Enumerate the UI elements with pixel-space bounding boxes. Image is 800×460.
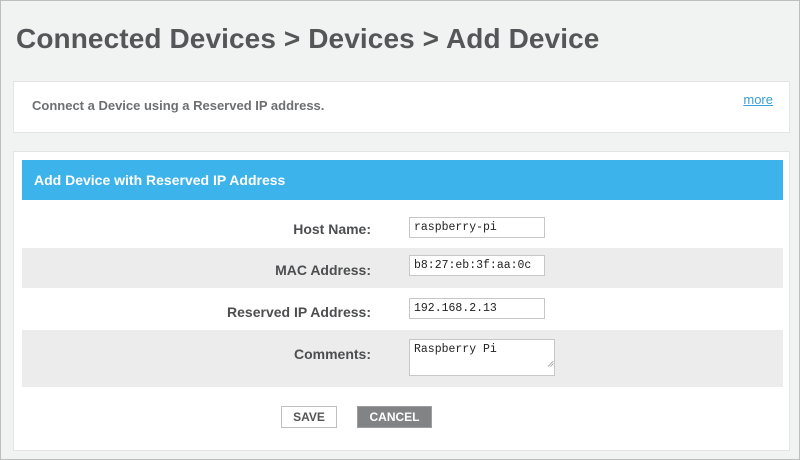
page-frame: Connected Devices > Devices > Add Device… bbox=[0, 0, 800, 460]
cancel-button[interactable]: CANCEL bbox=[357, 406, 432, 428]
page-title: Connected Devices > Devices > Add Device bbox=[16, 23, 600, 54]
comments-label: Comments: bbox=[293, 346, 371, 362]
host-name-label: Host Name: bbox=[293, 221, 371, 237]
info-text: Connect a Device using a Reserved IP add… bbox=[32, 98, 325, 113]
reserved-ip-label: Reserved IP Address: bbox=[227, 304, 371, 320]
more-link[interactable]: more bbox=[743, 92, 773, 107]
mac-address-input[interactable] bbox=[409, 255, 545, 276]
form-header: Add Device with Reserved IP Address bbox=[22, 160, 783, 200]
comments-textarea[interactable]: Raspberry Pi bbox=[409, 339, 555, 376]
info-panel: Connect a Device using a Reserved IP add… bbox=[13, 81, 790, 133]
row-reserved-ip: Reserved IP Address: bbox=[22, 289, 783, 329]
row-mac-address: MAC Address: bbox=[22, 248, 783, 288]
row-comments: Comments: Raspberry Pi bbox=[22, 330, 783, 387]
reserved-ip-input[interactable] bbox=[409, 298, 545, 319]
resize-grip-icon[interactable] bbox=[547, 360, 554, 367]
add-device-form: Add Device with Reserved IP Address Host… bbox=[13, 151, 790, 451]
row-host-name: Host Name: bbox=[22, 208, 783, 246]
save-button[interactable]: SAVE bbox=[281, 406, 337, 428]
form-title: Add Device with Reserved IP Address bbox=[34, 172, 286, 188]
host-name-input[interactable] bbox=[409, 217, 545, 238]
mac-address-label: MAC Address: bbox=[275, 262, 371, 278]
